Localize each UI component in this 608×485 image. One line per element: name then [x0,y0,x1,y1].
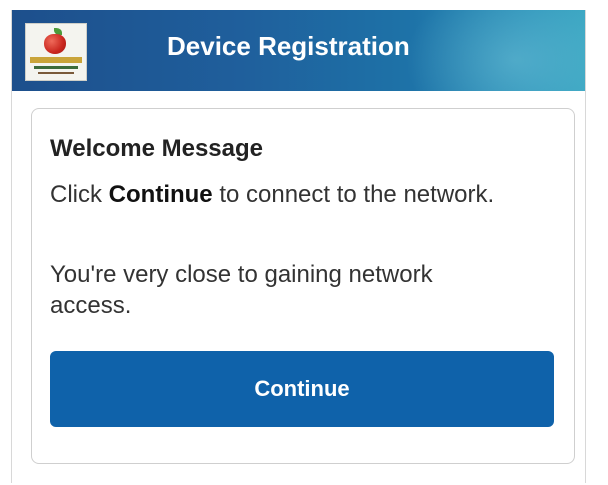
logo-text-line [38,72,74,74]
school-apple-logo-icon [25,23,87,81]
card-heading: Welcome Message [50,135,263,162]
access-message: You're very close to gaining network acc… [50,261,433,319]
welcome-card: Welcome Message Click Continue to connec… [31,108,575,464]
logo-banner [30,57,82,63]
page-title: Device Registration [167,31,410,61]
instruction-text-before: Click [50,181,109,208]
logo-apple [44,34,66,54]
instruction-text-after: to connect to the network. [212,181,495,208]
header-glow [405,10,585,91]
connect-instruction: Click Continue to connect to the network… [50,179,520,210]
continue-button[interactable]: Continue [50,351,554,427]
logo-text-line [34,66,78,69]
registration-window: Device Registration Welcome Message Clic… [11,10,586,483]
header-bar: Device Registration [12,10,585,91]
instruction-bold-continue: Continue [108,181,213,208]
